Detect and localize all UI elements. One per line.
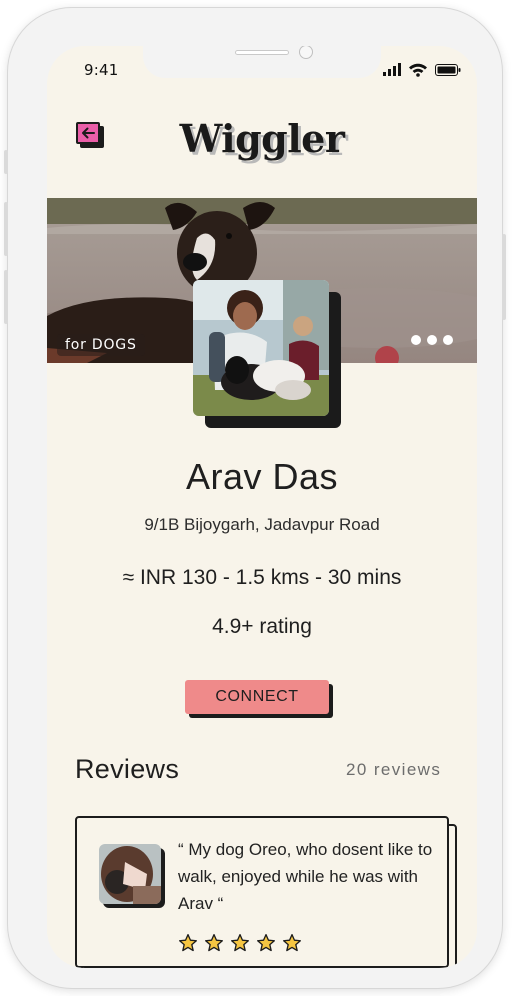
speaker <box>235 50 289 55</box>
carousel-dot[interactable] <box>427 335 437 345</box>
review-text: “ My dog Oreo, who dosent like to walk, … <box>178 840 433 913</box>
volume-up-button <box>4 202 8 256</box>
notch <box>143 46 381 78</box>
star-icon <box>257 934 275 952</box>
app-screen: 9:41 Wiggler for DOGS Arav Das 9/1B Bijo… <box>47 46 477 968</box>
carousel-dot[interactable] <box>411 335 421 345</box>
category-tag: for DOGS <box>57 334 145 356</box>
profile-photo <box>193 280 343 430</box>
walker-name: Arav Das <box>185 456 339 497</box>
wifi-icon <box>409 63 427 77</box>
connect-button-label: CONNECT <box>185 680 329 714</box>
reviews-heading: Reviews <box>75 754 180 784</box>
phone-frame: 9:41 Wiggler for DOGS Arav Das 9/1B Bijo… <box>4 8 506 988</box>
walker-with-dog-photo <box>193 280 329 416</box>
reviewer-dog-photo <box>99 844 161 904</box>
front-camera <box>299 46 313 59</box>
walker-rating: 4.9+ rating <box>212 615 312 638</box>
review-stars <box>178 933 302 953</box>
app-title: Wiggler <box>179 116 345 161</box>
carousel-dots[interactable] <box>411 333 461 347</box>
review-card-front: “ My dog Oreo, who dosent like to walk, … <box>75 816 449 968</box>
walker-address: 9/1B Bijoygarh, Jadavpur Road <box>144 515 380 534</box>
reviewer-avatar-image <box>99 844 161 904</box>
reviewer-avatar <box>99 844 167 908</box>
walker-metrics: ≈ INR 130 - 1.5 kms - 30 mins <box>122 566 402 589</box>
status-time: 9:41 <box>84 61 119 79</box>
status-icons <box>383 63 461 77</box>
reviews-count[interactable]: 20 reviews <box>346 760 441 780</box>
profile-image <box>193 280 329 416</box>
star-icon <box>205 934 223 952</box>
battery-icon <box>435 64 461 76</box>
star-icon <box>283 934 301 952</box>
review-card[interactable]: “ My dog Oreo, who dosent like to walk, … <box>75 816 457 968</box>
star-icon <box>231 934 249 952</box>
signal-icon <box>383 63 401 76</box>
mute-switch <box>4 150 8 174</box>
power-button <box>502 234 506 320</box>
connect-button[interactable]: CONNECT <box>185 680 335 718</box>
carousel-dot[interactable] <box>443 335 453 345</box>
volume-down-button <box>4 270 8 324</box>
star-icon <box>179 934 197 952</box>
